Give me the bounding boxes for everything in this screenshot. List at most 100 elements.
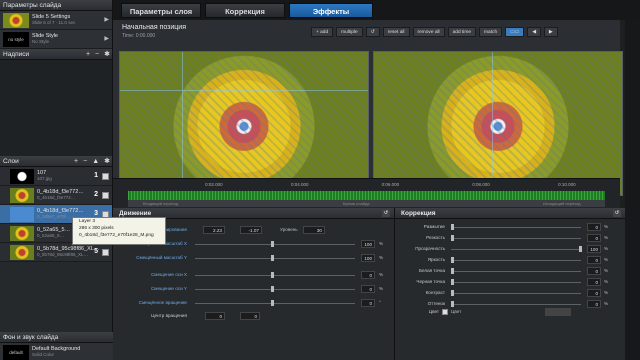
offset-y-field[interactable]: 0: [361, 285, 375, 293]
offset-x-slider[interactable]: [195, 275, 355, 276]
correction-knob[interactable]: [451, 268, 454, 274]
start-position-frame[interactable]: [119, 51, 369, 196]
zoom-field[interactable]: 30: [303, 226, 325, 234]
correction-knob[interactable]: [451, 235, 454, 241]
correction-field[interactable]: 0: [587, 256, 601, 264]
correction-slider[interactable]: [451, 282, 581, 283]
slide-settings-item[interactable]: Slide 5 Settings Slide 5 of 7 · 11.0 sec…: [0, 11, 112, 30]
pan-y-field[interactable]: -1.07: [240, 226, 262, 234]
offset-x-knob[interactable]: [271, 272, 274, 278]
correction-field[interactable]: 0: [587, 267, 601, 275]
offset-y-knob[interactable]: [271, 286, 274, 292]
correction-knob[interactable]: [451, 301, 454, 307]
reset-all-button[interactable]: reset all: [382, 27, 410, 37]
reset-icon[interactable]: ↺: [613, 210, 621, 217]
timeline[interactable]: 0:02.000 0:04.000 0:06.000 0:08.000 0:10…: [113, 178, 620, 208]
layer-thumbnail: [10, 225, 34, 241]
bg-header: Фон и звук слайда: [0, 332, 113, 343]
correction-slider[interactable]: [451, 260, 581, 261]
scale-y-field[interactable]: 100: [361, 254, 375, 262]
layer-thumbnail: [10, 206, 34, 222]
correction-field[interactable]: 0: [587, 289, 601, 297]
color-checkbox[interactable]: [442, 309, 448, 315]
correction-field[interactable]: 0: [587, 223, 601, 231]
add-keyframe-button[interactable]: + add: [311, 27, 334, 37]
layer-visible-checkbox[interactable]: [102, 192, 109, 199]
settings-icon[interactable]: ✱: [104, 156, 110, 167]
scale-x-field[interactable]: 100: [361, 240, 375, 248]
tab-correction[interactable]: Коррекция: [205, 3, 285, 18]
correction-knob[interactable]: [579, 246, 582, 252]
color-row: Цвет Цвет: [395, 308, 625, 316]
rotation-slider[interactable]: [195, 303, 355, 304]
center-y-field[interactable]: 0: [240, 312, 260, 320]
settings-icon[interactable]: ✱: [104, 49, 110, 60]
chevron-right-icon[interactable]: ▶: [104, 35, 109, 42]
layer-file: 0_52a65_5…: [37, 233, 65, 238]
remove-icon[interactable]: −: [95, 49, 99, 60]
tick-label: 0:08.000: [472, 182, 490, 187]
remove-all-button[interactable]: remove all: [412, 27, 445, 37]
pan-x-field[interactable]: 2.23: [203, 226, 225, 234]
rotation-field[interactable]: 0: [361, 299, 375, 307]
arrow-left-icon[interactable]: ◀: [527, 27, 541, 37]
correction-knob[interactable]: [451, 290, 454, 296]
correction-row: Контраст 0%: [395, 289, 625, 297]
motion-title: Движение: [119, 210, 152, 217]
correction-slider[interactable]: [451, 304, 581, 305]
correction-field[interactable]: 0: [587, 300, 601, 308]
scale-y-row: Смещённый масштаб Y 100 %: [136, 254, 384, 262]
correction-slider[interactable]: [451, 271, 581, 272]
match-button[interactable]: match: [479, 27, 503, 37]
scale-y-knob[interactable]: [271, 255, 274, 261]
arrow-right-icon[interactable]: ▶: [543, 27, 558, 37]
up-icon[interactable]: ▲: [92, 156, 99, 167]
offset-y-slider[interactable]: [195, 289, 355, 290]
scale-y-slider[interactable]: [195, 258, 355, 259]
correction-field[interactable]: 100: [587, 245, 601, 253]
right-scrollbar[interactable]: [625, 20, 640, 360]
rotation-knob[interactable]: [271, 300, 274, 306]
add-icon[interactable]: +: [74, 156, 78, 167]
correction-slider[interactable]: [451, 293, 581, 294]
add-icon[interactable]: +: [86, 49, 90, 60]
reset-icon[interactable]: ↺: [382, 210, 390, 217]
layer-visible-checkbox[interactable]: [102, 173, 109, 180]
captions-list[interactable]: [0, 60, 112, 156]
layer-item[interactable]: 0_5b78d_95c98f86_XL… 0_5b78d_95c98f86_XL……: [0, 243, 112, 262]
layer-item[interactable]: 107 107.jpg 1: [0, 167, 112, 186]
scale-x-slider[interactable]: [195, 244, 355, 245]
layer-visible-checkbox[interactable]: [102, 249, 109, 256]
chevron-right-icon[interactable]: ▶: [104, 16, 109, 23]
tab-layer-params[interactable]: Параметры слоя: [121, 3, 201, 18]
correction-knob[interactable]: [451, 257, 454, 263]
center-x-field[interactable]: 0: [205, 312, 225, 320]
layer-thumbnail: [10, 244, 34, 260]
correction-slider[interactable]: [451, 249, 581, 250]
layer-tooltip: Layer 3 286 x 300 pixels 0_4b18d_f3e772_…: [72, 217, 166, 245]
add-time-button[interactable]: add time: [447, 27, 477, 37]
correction-field[interactable]: 0: [587, 278, 601, 286]
multiple-button[interactable]: multiple: [336, 27, 363, 37]
scale-x-knob[interactable]: [271, 241, 274, 247]
undo-icon[interactable]: ↺: [365, 27, 380, 37]
layer-item[interactable]: 0_4b18d_f3e772… 0_4b18d_f3e772… 2: [0, 186, 112, 205]
end-position-frame[interactable]: [373, 51, 623, 196]
remove-icon[interactable]: −: [83, 156, 87, 167]
correction-row: Черная точка 0%: [395, 278, 625, 286]
offset-y-label: Смещение оси Y: [150, 286, 187, 291]
tab-effects[interactable]: Эффекты: [289, 3, 373, 18]
color-swatch[interactable]: [545, 308, 571, 316]
tab-bar: Параметры слоя Коррекция Эффекты: [113, 0, 640, 20]
correction-slider[interactable]: [451, 238, 581, 239]
tick-label: 0:04.000: [290, 182, 309, 187]
correction-field[interactable]: 0: [587, 234, 601, 242]
correction-knob[interactable]: [451, 279, 454, 285]
slide-style-item[interactable]: no style Slide Style No Style ▶: [0, 30, 112, 49]
correction-label: Контраст: [425, 290, 445, 295]
correction-knob[interactable]: [451, 224, 454, 230]
correction-slider[interactable]: [451, 227, 581, 228]
view-mode-icon[interactable]: ▭▭: [505, 27, 525, 37]
background-item[interactable]: default Default Background Solid Color: [0, 343, 113, 360]
offset-x-field[interactable]: 0: [361, 271, 375, 279]
